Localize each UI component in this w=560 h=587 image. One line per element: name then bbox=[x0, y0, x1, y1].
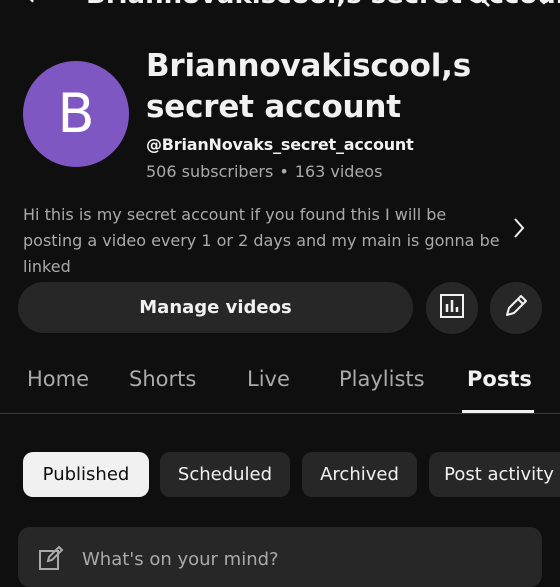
analytics-button[interactable] bbox=[426, 282, 478, 334]
chevron-right-icon[interactable] bbox=[510, 215, 528, 245]
pencil-icon bbox=[503, 293, 529, 323]
channel-description[interactable]: Hi this is my secret account if you foun… bbox=[23, 202, 503, 280]
tab-posts[interactable]: Posts bbox=[467, 367, 532, 391]
filter-chip-post-activity[interactable]: Post activity bbox=[429, 452, 560, 497]
edit-channel-button[interactable] bbox=[490, 282, 542, 334]
avatar-letter: B bbox=[57, 82, 95, 145]
channel-name: Briannovakiscool,s secret account bbox=[146, 48, 471, 125]
filter-chip-archived[interactable]: Archived bbox=[302, 452, 417, 497]
tab-home[interactable]: Home bbox=[27, 367, 89, 391]
avatar[interactable]: B bbox=[23, 61, 129, 167]
subscriber-count: 506 subscribers bbox=[146, 162, 274, 181]
channel-tabs: Home Shorts Live Playlists Posts bbox=[0, 355, 560, 414]
tab-playlists[interactable]: Playlists bbox=[339, 367, 425, 391]
top-app-bar: ← Briannovakiscool,s secret account ⋮ bbox=[0, 0, 560, 14]
search-icon[interactable] bbox=[465, 0, 491, 12]
tab-shorts[interactable]: Shorts bbox=[129, 367, 196, 391]
channel-handle: @BrianNovaks_secret_account bbox=[146, 135, 414, 154]
post-composer[interactable]: What's on your mind? bbox=[18, 527, 542, 587]
analytics-icon bbox=[439, 293, 465, 323]
compose-icon bbox=[38, 545, 64, 575]
manage-videos-button[interactable]: Manage videos bbox=[18, 282, 413, 333]
channel-stats: 506 subscribers • 163 videos bbox=[146, 162, 382, 181]
filter-chip-published[interactable]: Published bbox=[23, 452, 149, 497]
back-arrow-icon[interactable]: ← bbox=[26, 0, 48, 10]
filter-chip-scheduled[interactable]: Scheduled bbox=[160, 452, 290, 497]
more-options-icon[interactable]: ⋮ bbox=[532, 0, 556, 8]
active-tab-indicator bbox=[462, 410, 534, 413]
video-count: 163 videos bbox=[294, 162, 383, 181]
tab-live[interactable]: Live bbox=[247, 367, 290, 391]
stats-separator: • bbox=[279, 162, 289, 181]
